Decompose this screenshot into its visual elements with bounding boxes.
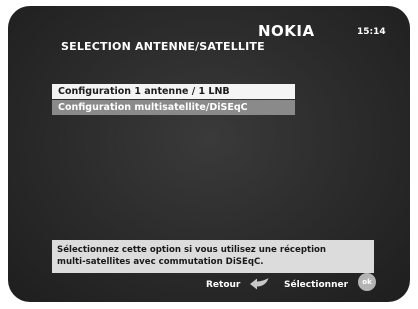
back-arrow-icon[interactable]: [248, 277, 270, 291]
select-label: Sélectionner: [284, 280, 349, 290]
menu-list: Configuration 1 antenne / 1 LNB Configur…: [52, 84, 295, 116]
help-text-line-2: multi-satellites avec commutation DiSEqC…: [57, 257, 264, 267]
brand-logo: NOKIA: [258, 22, 315, 40]
back-label: Retour: [206, 280, 241, 290]
help-text-box: Sélectionnez cette option si vous utilis…: [52, 240, 374, 273]
tv-screen: NOKIA 15:14 SELECTION ANTENNE/SATELLITE …: [8, 6, 410, 302]
clock: 15:14: [357, 27, 386, 37]
menu-item-single-antenna[interactable]: Configuration 1 antenne / 1 LNB: [52, 84, 295, 99]
page-title: SELECTION ANTENNE/SATELLITE: [61, 40, 265, 53]
menu-item-multisatellite-diseqc[interactable]: Configuration multisatellite/DiSEqC: [52, 100, 295, 115]
ok-button-icon[interactable]: ok: [358, 273, 376, 291]
help-text-line-1: Sélectionnez cette option si vous utilis…: [57, 245, 327, 255]
